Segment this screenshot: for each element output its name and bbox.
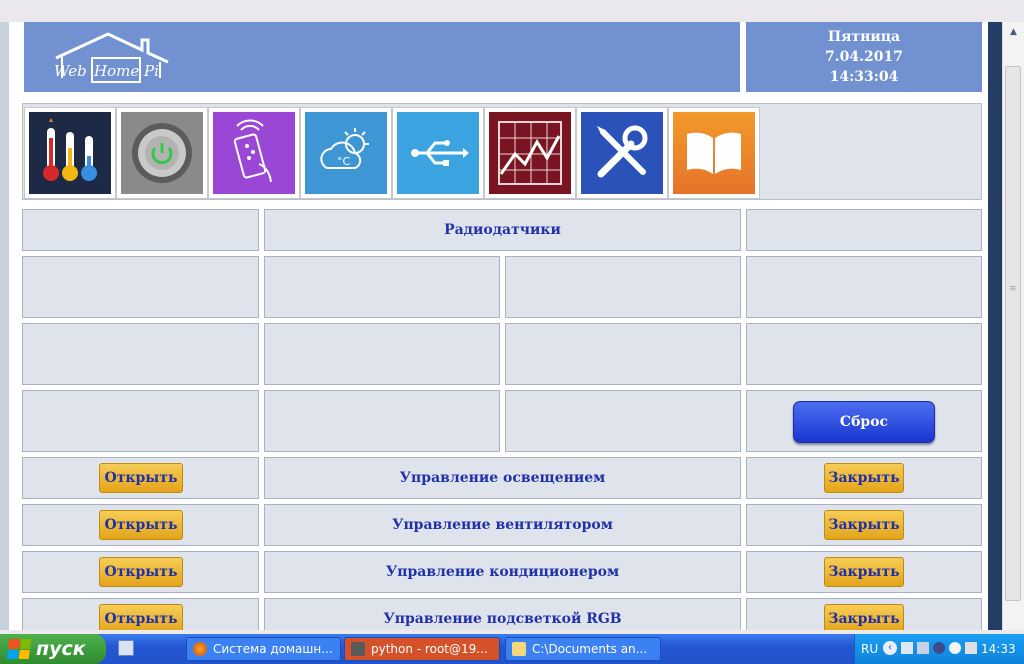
logo-pi: Pi bbox=[143, 62, 159, 80]
task-terminal-label: python - root@19... bbox=[371, 642, 488, 656]
sensor-cell bbox=[746, 256, 982, 318]
sensor-cell bbox=[505, 323, 741, 385]
system-tray: RU ‹ 14:33 bbox=[854, 634, 1024, 664]
close-lighting-button[interactable]: Закрыть bbox=[824, 463, 904, 493]
task-folder-label: C:\Documents an... bbox=[532, 642, 648, 656]
scroll-thumb[interactable] bbox=[1005, 66, 1021, 601]
thermometer-icon[interactable] bbox=[24, 107, 116, 199]
firefox-icon bbox=[193, 642, 207, 656]
task-terminal[interactable]: python - root@19... bbox=[344, 637, 500, 661]
cell-empty bbox=[746, 209, 982, 251]
datetime: Пятница 7.04.2017 14:33:04 bbox=[746, 22, 982, 92]
windows-logo-icon bbox=[6, 639, 32, 659]
date-label: 7.04.2017 bbox=[825, 49, 903, 65]
sensor-cell bbox=[264, 256, 500, 318]
home-logo: Web Home Pi bbox=[54, 32, 169, 83]
section-title: Радиодатчики bbox=[264, 209, 741, 251]
close-rgb-button[interactable]: Закрыть bbox=[824, 604, 904, 630]
tray-status-icon[interactable] bbox=[949, 642, 961, 654]
task-browser-label: Система домашн... bbox=[213, 642, 333, 656]
ac-control-label: Управление кондиционером bbox=[264, 551, 741, 593]
start-button[interactable]: пуск bbox=[0, 634, 106, 664]
sensor-cell bbox=[264, 390, 500, 452]
remote-control-icon[interactable] bbox=[208, 107, 300, 199]
start-label: пуск bbox=[36, 638, 86, 660]
clock[interactable]: 14:33 bbox=[981, 642, 1016, 656]
language-indicator[interactable]: RU bbox=[861, 642, 878, 656]
logo-home: Home bbox=[93, 62, 139, 80]
open-ac-button[interactable]: Открыть bbox=[99, 557, 183, 587]
task-browser[interactable]: Система домашн... bbox=[186, 637, 341, 661]
putty-icon bbox=[351, 642, 365, 656]
rgb-control-label: Управление подсветкой RGB bbox=[264, 598, 741, 630]
tray-service-icon[interactable] bbox=[933, 642, 945, 654]
web-page: Web Home Pi Пятница 7.04.2017 14:33:04 °… bbox=[0, 22, 1002, 630]
menu-icons: °C bbox=[24, 107, 760, 199]
weather-icon[interactable]: °C bbox=[300, 107, 392, 199]
tools-icon[interactable] bbox=[576, 107, 668, 199]
usb-icon[interactable] bbox=[392, 107, 484, 199]
browser-top-strip bbox=[0, 0, 1024, 22]
right-border bbox=[988, 22, 1002, 630]
sensor-cell bbox=[22, 256, 259, 318]
sensor-cell bbox=[22, 323, 259, 385]
time-label: 14:33:04 bbox=[829, 69, 899, 85]
notepad-icon bbox=[512, 642, 526, 656]
sensor-cell bbox=[22, 390, 259, 452]
power-icon[interactable] bbox=[116, 107, 208, 199]
close-ac-button[interactable]: Закрыть bbox=[824, 557, 904, 587]
scroll-up-icon[interactable]: ▲ bbox=[1006, 25, 1021, 39]
show-desktop-icon[interactable] bbox=[118, 640, 134, 656]
volume-icon[interactable] bbox=[965, 642, 977, 654]
network-icon[interactable] bbox=[901, 642, 913, 654]
cell-empty bbox=[22, 209, 259, 251]
sensor-cell bbox=[264, 323, 500, 385]
open-lighting-button[interactable]: Открыть bbox=[99, 463, 183, 493]
tray-app-icon[interactable] bbox=[917, 642, 929, 654]
book-icon[interactable] bbox=[668, 107, 760, 199]
close-fan-button[interactable]: Закрыть bbox=[824, 510, 904, 540]
lighting-control-label: Управление освещением bbox=[264, 457, 741, 499]
chart-icon[interactable] bbox=[484, 107, 576, 199]
tray-chevron-icon[interactable]: ‹ bbox=[883, 641, 897, 655]
open-fan-button[interactable]: Открыть bbox=[99, 510, 183, 540]
sensor-cell bbox=[505, 390, 741, 452]
header-logo-panel: Web Home Pi bbox=[24, 22, 740, 92]
vertical-scrollbar[interactable]: ▲ ≡ bbox=[1002, 22, 1024, 630]
fan-control-label: Управление вентилятором bbox=[264, 504, 741, 546]
day-label: Пятница bbox=[827, 29, 901, 45]
open-rgb-button[interactable]: Открыть bbox=[99, 604, 183, 630]
left-border bbox=[0, 22, 9, 630]
sensor-cell bbox=[746, 323, 982, 385]
logo-web: Web bbox=[54, 62, 87, 80]
sensor-cell bbox=[505, 256, 741, 318]
svg-text:°C: °C bbox=[337, 155, 351, 168]
scroll-grip-icon: ≡ bbox=[1009, 284, 1017, 294]
taskbar: пуск Система домашн... python - root@19.… bbox=[0, 634, 1024, 664]
task-folder[interactable]: C:\Documents an... bbox=[505, 637, 661, 661]
reset-button[interactable]: Сброс bbox=[793, 401, 935, 443]
